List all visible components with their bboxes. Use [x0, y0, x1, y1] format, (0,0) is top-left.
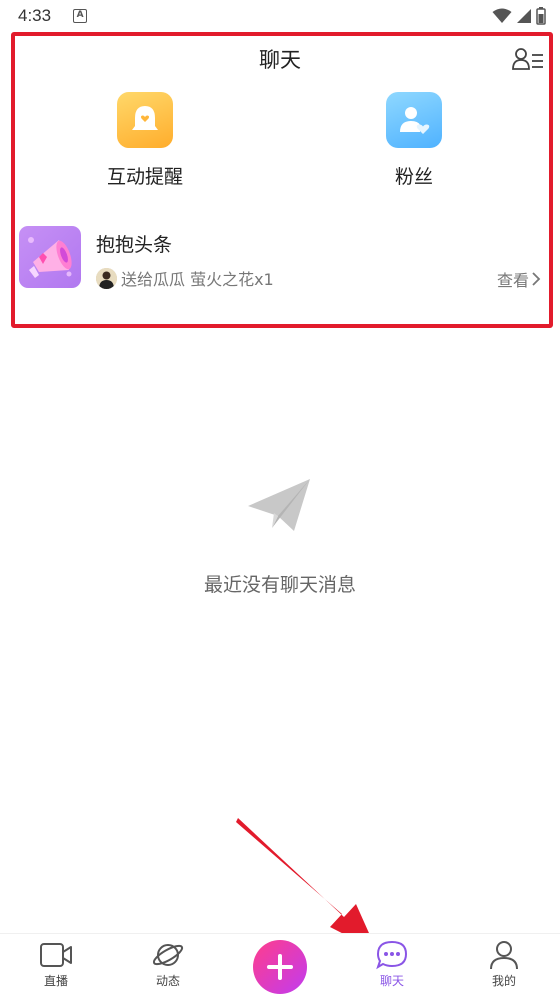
tab-moments[interactable]: 动态: [128, 940, 208, 989]
tab-live[interactable]: 直播: [16, 940, 96, 989]
avatar: [96, 267, 117, 289]
tab-chat[interactable]: 聊天: [352, 940, 432, 989]
tab-label: 我的: [491, 974, 516, 988]
megaphone-icon: [19, 226, 81, 288]
tab-label: 直播: [43, 974, 68, 988]
notification-a-icon: A: [73, 9, 88, 23]
headline-item[interactable]: 抱抱头条 送给瓜瓜 萤火之花x1 查看: [19, 226, 541, 290]
headline-title: 抱抱头条: [96, 234, 173, 256]
quick-entry-label: 粉丝: [394, 166, 433, 188]
header: 聊天: [0, 40, 560, 78]
wifi-icon: [492, 8, 512, 23]
tab-label: 聊天: [379, 974, 404, 988]
status-time: 4:33: [18, 6, 52, 25]
page-title: 聊天: [259, 48, 301, 72]
headline-subtitle: 送给瓜瓜 萤火之花x1: [96, 266, 274, 290]
contacts-list-button[interactable]: [512, 46, 544, 72]
view-button[interactable]: 查看: [497, 267, 541, 291]
chat-bubble-icon: [376, 940, 408, 970]
publish-button[interactable]: [253, 940, 307, 994]
status-icons: [492, 7, 546, 25]
contacts-list-icon: [512, 48, 543, 70]
tab-label: 动态: [155, 974, 180, 988]
headline-subtitle-text: 送给瓜瓜 萤火之花x1: [121, 270, 274, 289]
tab-me[interactable]: 我的: [464, 940, 544, 989]
empty-state: 最近没有聊天消息: [0, 476, 560, 597]
plus-icon: [267, 954, 293, 980]
bell-heart-icon: [117, 92, 173, 148]
status-bar: 4:33 A: [0, 0, 560, 32]
chevron-right-icon: [532, 272, 541, 286]
empty-state-text: 最近没有聊天消息: [203, 574, 356, 596]
fans-entry[interactable]: 粉丝: [334, 92, 494, 189]
user-heart-icon: [386, 92, 442, 148]
quick-entry-label: 互动提醒: [106, 166, 183, 188]
person-icon: [490, 941, 518, 970]
bottom-tab-bar: 直播 动态 聊天 我的: [0, 933, 560, 997]
interaction-reminder-entry[interactable]: 互动提醒: [65, 92, 225, 189]
paper-plane-icon: [248, 479, 310, 531]
signal-icon: [517, 9, 531, 23]
video-icon: [40, 943, 72, 967]
battery-icon: [536, 7, 546, 25]
planet-icon: [152, 944, 184, 966]
view-label: 查看: [496, 271, 529, 290]
